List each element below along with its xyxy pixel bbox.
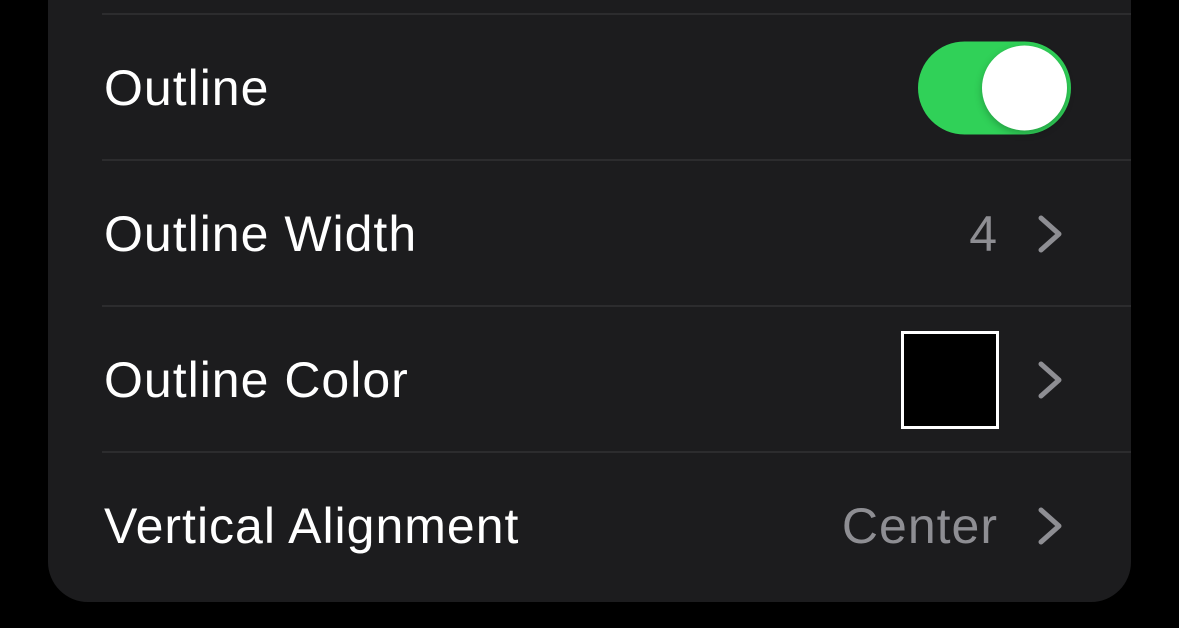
chevron-right-icon bbox=[1038, 361, 1062, 399]
outline-label: Outline bbox=[104, 60, 270, 116]
vertical-alignment-label: Vertical Alignment bbox=[104, 498, 520, 554]
vertical-alignment-row[interactable]: Vertical Alignment Center bbox=[48, 453, 1131, 599]
outline-toggle[interactable] bbox=[918, 41, 1071, 135]
outline-width-label: Outline Width bbox=[104, 206, 418, 262]
chevron-right-icon bbox=[1038, 215, 1062, 253]
vertical-alignment-value: Center bbox=[841, 498, 998, 554]
outline-color-swatch[interactable] bbox=[901, 331, 999, 429]
chevron-right-icon bbox=[1038, 507, 1062, 545]
outline-width-row[interactable]: Outline Width 4 bbox=[48, 161, 1131, 307]
outline-color-label: Outline Color bbox=[104, 352, 409, 408]
settings-card: Outline Outline Width 4 Outline Color Ve… bbox=[48, 0, 1131, 602]
toggle-knob bbox=[982, 45, 1067, 131]
outline-width-value: 4 bbox=[969, 206, 998, 262]
outline-row[interactable]: Outline bbox=[48, 15, 1131, 161]
outline-color-row[interactable]: Outline Color bbox=[48, 307, 1131, 453]
